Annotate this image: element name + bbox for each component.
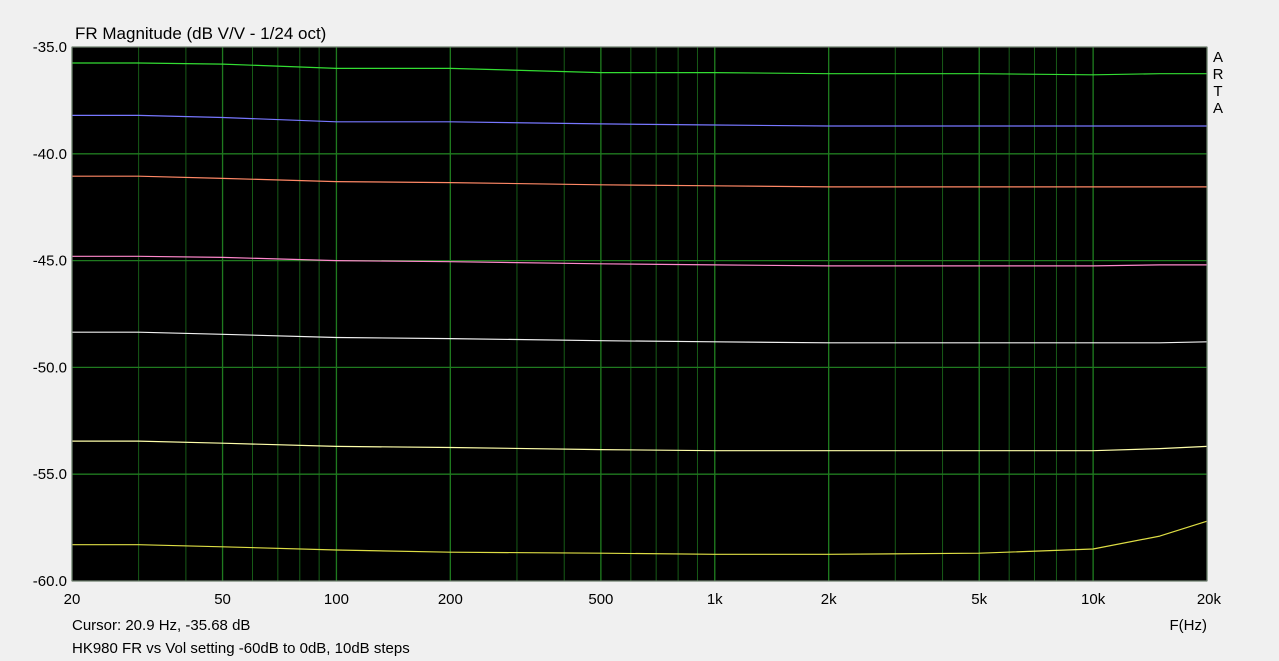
y-tick-label: -50.0 — [33, 359, 67, 376]
x-tick-label: 1k — [707, 591, 723, 608]
x-axis-label: F(Hz) — [1170, 617, 1208, 634]
watermark-letter: T — [1213, 83, 1222, 100]
x-tick-label: 10k — [1081, 591, 1106, 608]
y-tick-label: -60.0 — [33, 573, 67, 590]
chart-caption: HK980 FR vs Vol setting -60dB to 0dB, 10… — [72, 640, 410, 657]
arta-watermark: ARTA — [1213, 49, 1224, 117]
y-tick-label: -45.0 — [33, 253, 67, 270]
x-tick-label: 20 — [64, 591, 81, 608]
x-tick-label: 20k — [1197, 591, 1222, 608]
y-tick-label: -55.0 — [33, 466, 67, 483]
x-tick-label: 50 — [214, 591, 231, 608]
y-tick-label: -35.0 — [33, 39, 67, 56]
fr-magnitude-chart: FR Magnitude (dB V/V - 1/24 oct) -35.0 -4… — [33, 24, 1224, 657]
x-tick-label: 500 — [588, 591, 613, 608]
x-tick-label: 2k — [821, 591, 837, 608]
x-tick-label: 100 — [324, 591, 349, 608]
watermark-letter: A — [1213, 49, 1223, 66]
cursor-readout: Cursor: 20.9 Hz, -35.68 dB — [72, 617, 250, 634]
plot-area[interactable] — [72, 47, 1207, 581]
watermark-letter: R — [1213, 66, 1224, 83]
watermark-letter: A — [1213, 100, 1223, 117]
y-tick-labels: -35.0 -40.0 -45.0 -50.0 -55.0 -60.0 — [33, 39, 67, 590]
x-tick-label: 200 — [438, 591, 463, 608]
x-tick-labels: 20 50 100 200 500 1k 2k 5k 10k 20k — [64, 591, 1222, 608]
chart-title: FR Magnitude (dB V/V - 1/24 oct) — [75, 24, 326, 43]
y-tick-label: -40.0 — [33, 146, 67, 163]
x-tick-label: 5k — [971, 591, 987, 608]
